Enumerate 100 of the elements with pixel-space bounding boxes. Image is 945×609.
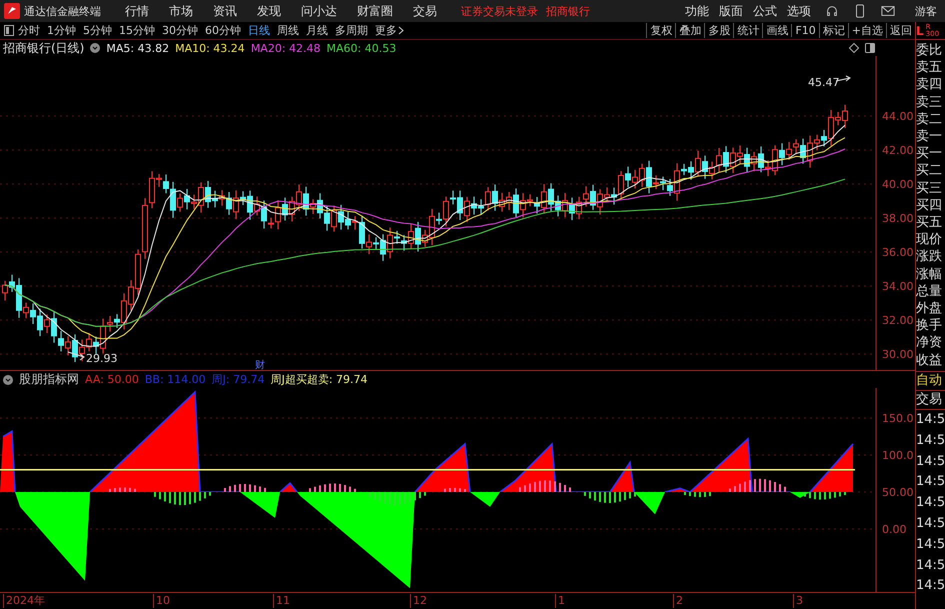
menu-item[interactable]: 选项 xyxy=(787,2,811,20)
quote-label: 总量 xyxy=(916,282,943,300)
menu-item[interactable]: 公式 xyxy=(753,2,777,20)
menu-item[interactable]: 市场 xyxy=(169,2,193,20)
high-price-label: 45.47 xyxy=(808,76,840,89)
more-button[interactable]: 更多 xyxy=(375,23,397,38)
quote-label: 收益 xyxy=(916,352,943,369)
menu-item[interactable]: 财富圈 xyxy=(357,2,393,20)
trade-time: 14:5 xyxy=(916,494,945,512)
price-axis-label: 42.00 xyxy=(882,144,914,157)
menu-item[interactable]: 版面 xyxy=(719,2,743,20)
period-tab[interactable]: 60分钟 xyxy=(205,23,241,38)
indicator-value: BB: 114.00 xyxy=(144,373,206,386)
toolbar-button[interactable]: +自选 xyxy=(848,23,886,38)
event-marker: 财 xyxy=(255,360,265,370)
diamond-icon[interactable] xyxy=(849,43,859,53)
menu-item[interactable]: 资讯 xyxy=(213,2,237,20)
quote-label: 卖五 xyxy=(916,59,943,76)
price-axis-label: 40.00 xyxy=(882,178,914,191)
indicator-axis-label: 50.00 xyxy=(882,486,914,499)
headset-icon[interactable] xyxy=(825,4,839,18)
corner-label[interactable]: L xyxy=(916,24,924,38)
menu-item[interactable]: 发现 xyxy=(257,2,281,20)
trade-label: 交易 xyxy=(916,391,945,410)
menu-item[interactable]: 功能 xyxy=(685,2,709,20)
date-axis-label: 2024年 xyxy=(3,594,45,608)
period-tab[interactable]: 15分钟 xyxy=(119,23,155,38)
quote-label: 卖一 xyxy=(916,128,943,146)
quote-label: 现价 xyxy=(916,231,943,248)
mail-icon[interactable] xyxy=(881,4,895,18)
quote-label: 买一 xyxy=(916,145,943,162)
quote-label: 买三 xyxy=(916,180,943,197)
quote-label: 卖二 xyxy=(916,110,943,128)
trade-time: 14:5 xyxy=(916,452,945,471)
period-tab[interactable]: 30分钟 xyxy=(162,23,198,38)
quote-label: 外盘 xyxy=(916,300,943,318)
panel-icon[interactable] xyxy=(865,43,875,53)
period-tab[interactable]: 周线 xyxy=(277,23,299,38)
date-axis-label: 10 xyxy=(153,594,170,608)
price-axis-label: 32.00 xyxy=(882,314,914,327)
mode-tab[interactable]: 自动 xyxy=(916,372,945,391)
period-tab[interactable]: 5分钟 xyxy=(83,23,112,38)
panel-icon[interactable] xyxy=(4,25,14,36)
date-axis-label: 12 xyxy=(410,594,427,608)
notice-text[interactable]: 招商银行 xyxy=(546,4,590,18)
menu-item[interactable]: 行情 xyxy=(125,2,149,20)
quote-label: 买五 xyxy=(916,214,943,232)
trade-time: 14:5 xyxy=(916,473,945,492)
trade-time: 14:5 xyxy=(916,432,945,450)
price-axis-label: 36.00 xyxy=(882,246,914,259)
quote-label: 涨幅 xyxy=(916,266,943,283)
price-axis-label: 38.00 xyxy=(882,212,914,225)
user-label[interactable]: 游客 xyxy=(915,4,937,18)
ma-value: MA5: 43.82 xyxy=(106,42,170,54)
toolbar-button[interactable]: 叠加 xyxy=(675,23,704,38)
indicator-value: 周J: 79.74 xyxy=(212,372,265,387)
toolbar-button[interactable]: 标记 xyxy=(818,23,848,38)
price-axis-label: 30.00 xyxy=(882,348,914,361)
trade-time: 14:5 xyxy=(916,577,945,596)
indicator-name: 股朋指标网 xyxy=(19,371,79,388)
price-axis-label: 34.00 xyxy=(882,280,914,293)
dropdown-icon[interactable] xyxy=(90,43,100,53)
indicator-axis-label: 150.0 xyxy=(882,412,914,425)
period-tab[interactable]: 月线 xyxy=(306,23,328,38)
toolbar-button[interactable]: 统计 xyxy=(733,23,762,38)
period-tab[interactable]: 多周期 xyxy=(335,23,368,38)
dropdown-icon[interactable] xyxy=(3,374,13,384)
toolbar-button[interactable]: 多股 xyxy=(704,23,734,38)
quote-label: 买四 xyxy=(916,196,943,214)
menu-item[interactable]: 问小达 xyxy=(301,2,337,20)
app-logo-icon xyxy=(4,3,20,19)
quote-label: 买二 xyxy=(916,162,943,180)
quote-label: 换手 xyxy=(916,317,943,334)
period-tab[interactable]: 1分钟 xyxy=(47,23,76,38)
ma-value: MA60: 40.53 xyxy=(326,42,396,54)
notice-text[interactable]: 证券交易未登录 xyxy=(461,4,538,18)
indicator-axis-label: 100.0 xyxy=(882,449,914,462)
quote-label: 卖三 xyxy=(916,94,943,111)
date-axis-label: 2 xyxy=(673,594,683,608)
date-axis-label: 1 xyxy=(555,594,565,608)
ma-value: MA20: 42.48 xyxy=(250,42,321,54)
low-price-label: 29.93 xyxy=(86,352,118,365)
ma-value: MA10: 43.24 xyxy=(175,42,245,54)
arrow-icon xyxy=(68,352,85,360)
date-axis-label: 3 xyxy=(793,594,803,608)
period-tab[interactable]: 日线 xyxy=(248,23,270,38)
quote-label: 委比 xyxy=(916,42,943,60)
toolbar-button[interactable]: 复权 xyxy=(646,23,676,38)
period-tab[interactable]: 分时 xyxy=(18,23,40,38)
indicator-value: 周J超买超卖: 79.74 xyxy=(270,372,368,387)
toolbar-button[interactable]: 画线 xyxy=(762,23,792,38)
indicator-value: AA: 50.00 xyxy=(85,373,139,386)
trade-time: 14:5 xyxy=(916,536,945,554)
toolbar-button[interactable]: F10 xyxy=(791,24,819,37)
phone-icon[interactable] xyxy=(853,4,867,18)
indicator-axis-label: 0.00 xyxy=(882,523,906,536)
toolbar-button[interactable]: 返回 xyxy=(886,23,915,38)
chevron-right-icon[interactable] xyxy=(398,26,404,35)
quote-label: 净资 xyxy=(916,334,943,352)
menu-item[interactable]: 交易 xyxy=(413,2,437,20)
